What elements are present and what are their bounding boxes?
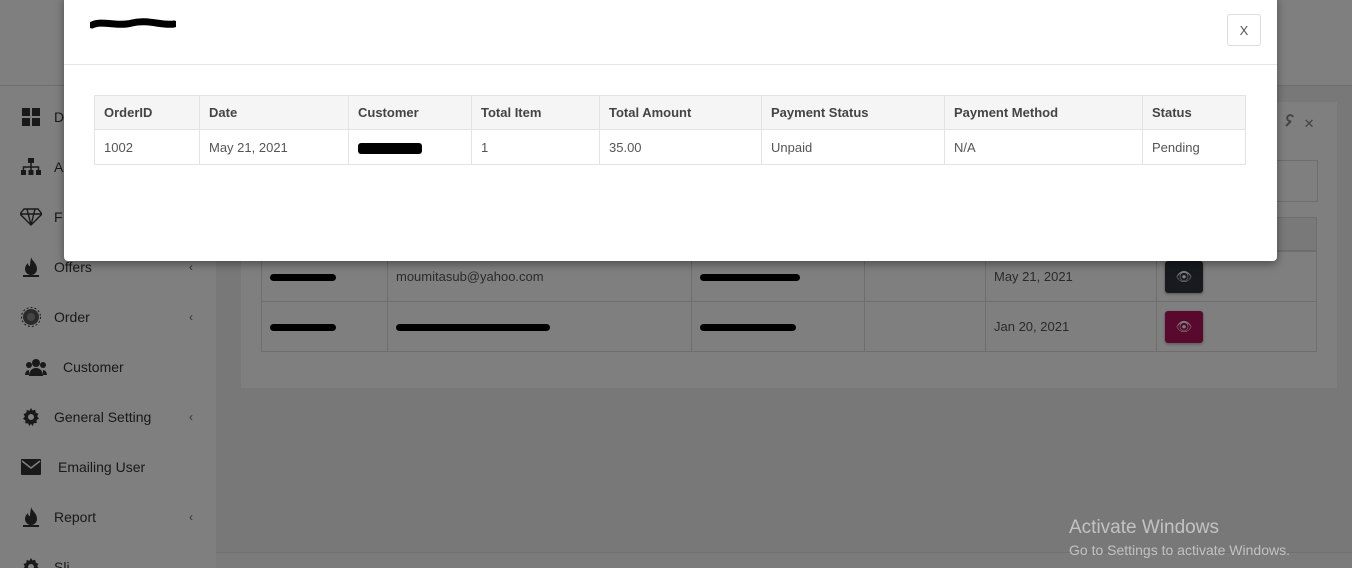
column-header: OrderID xyxy=(94,95,200,130)
column-header: Date xyxy=(199,95,349,130)
modal-header: X xyxy=(64,0,1277,65)
order-id-cell: 1002 xyxy=(94,129,200,165)
order-payment-status-cell: Unpaid xyxy=(761,129,945,165)
column-header: Payment Status xyxy=(761,95,945,130)
watermark-title: Activate Windows xyxy=(1069,517,1219,538)
order-status-cell: Pending xyxy=(1142,129,1246,165)
windows-activation-watermark: Activate Windows Go to Settings to activ… xyxy=(1069,517,1290,558)
column-header: Payment Method xyxy=(944,95,1143,130)
order-customer-cell xyxy=(348,129,472,165)
column-header: Customer xyxy=(348,95,472,130)
watermark-subtitle: Go to Settings to activate Windows. xyxy=(1069,542,1290,558)
table-row: 1002 May 21, 2021 1 35.00 Unpaid N/A Pen… xyxy=(94,129,1246,165)
order-payment-method-cell: N/A xyxy=(944,129,1143,165)
order-date-cell: May 21, 2021 xyxy=(199,129,349,165)
column-header: Status xyxy=(1142,95,1246,130)
order-table: OrderID Date Customer Total Item Total A… xyxy=(94,95,1246,165)
order-modal: X OrderID Date Customer Total Item Total… xyxy=(64,0,1277,261)
order-total-amount-cell: 35.00 xyxy=(599,129,762,165)
table-header-row: OrderID Date Customer Total Item Total A… xyxy=(94,95,1246,130)
modal-title-redacted xyxy=(90,18,176,29)
order-total-item-cell: 1 xyxy=(471,129,600,165)
close-button[interactable]: X xyxy=(1227,14,1261,46)
column-header: Total Item xyxy=(471,95,600,130)
column-header: Total Amount xyxy=(599,95,762,130)
